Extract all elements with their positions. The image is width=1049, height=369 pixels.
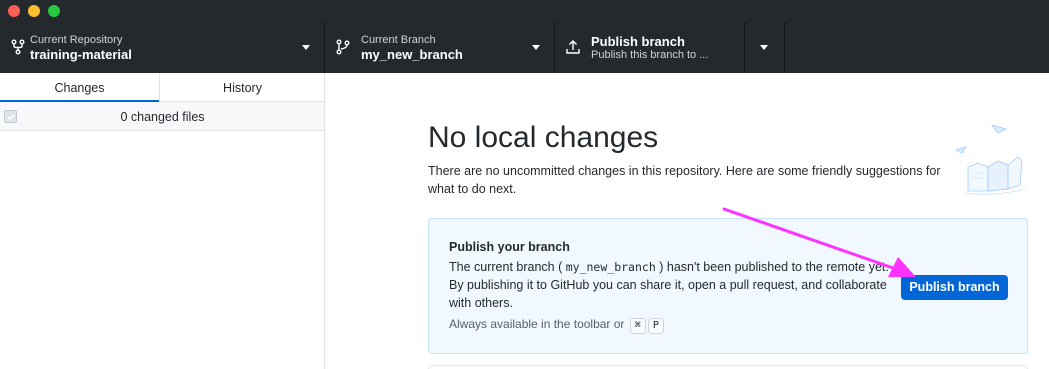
current-branch-name: my_new_branch (361, 47, 463, 62)
toolbar: Current Repository training-material Cur… (0, 22, 1049, 73)
upload-icon (566, 40, 580, 54)
minimize-window-button[interactable] (28, 5, 40, 17)
publish-branch-button[interactable]: Publish branch (901, 275, 1008, 300)
publish-branch-title: Publish branch (591, 34, 685, 49)
next-suggestion-card (428, 365, 1028, 369)
current-branch-label: Current Branch (361, 34, 436, 46)
close-window-button[interactable] (8, 5, 20, 17)
publish-dropdown-button[interactable] (745, 22, 785, 73)
chevron-down-icon (302, 45, 310, 50)
window-titlebar (0, 0, 1049, 22)
shortcut-p-key: P (647, 318, 664, 334)
publish-branch-subtitle: Publish this branch to ... (591, 49, 709, 61)
publish-branch-toolbar-button[interactable]: Publish branch Publish this branch to ..… (555, 22, 745, 73)
card-text-before: The current branch ( (449, 260, 563, 274)
branch-icon (336, 39, 350, 55)
branch-name-code: my_new_branch (565, 260, 656, 274)
publish-branch-card: Publish your branch The current branch (… (428, 218, 1028, 354)
current-repository-button[interactable]: Current Repository training-material (0, 22, 325, 73)
hint-text: Always available in the toolbar or (449, 317, 625, 331)
card-title: Publish your branch (449, 240, 570, 254)
sidebar: Changes History 0 changed files (0, 73, 325, 369)
page-description: There are no uncommitted changes in this… (428, 164, 941, 196)
tab-history[interactable]: History (159, 73, 325, 102)
page-title: No local changes (428, 121, 659, 154)
toolbar-hint: Always available in the toolbar or ⌘ P (449, 317, 664, 334)
current-repository-name: training-material (30, 47, 132, 62)
shortcut-cmd-key: ⌘ (629, 318, 646, 334)
card-description: The current branch ( my_new_branch ) has… (449, 258, 889, 312)
sidebar-tabs: Changes History (0, 73, 324, 102)
changes-list-header: 0 changed files (0, 102, 324, 131)
current-branch-button[interactable]: Current Branch my_new_branch (325, 22, 555, 73)
chevron-down-icon (760, 45, 768, 50)
no-changes-illustration (954, 124, 1027, 195)
current-repository-label: Current Repository (30, 34, 123, 46)
tab-changes[interactable]: Changes (0, 73, 159, 102)
chevron-down-icon (532, 45, 540, 50)
repo-icon (11, 39, 25, 55)
changed-files-count: 0 changed files (120, 110, 205, 124)
maximize-window-button[interactable] (48, 5, 60, 17)
main-content: No local changes There are no uncommitte… (326, 73, 1049, 369)
